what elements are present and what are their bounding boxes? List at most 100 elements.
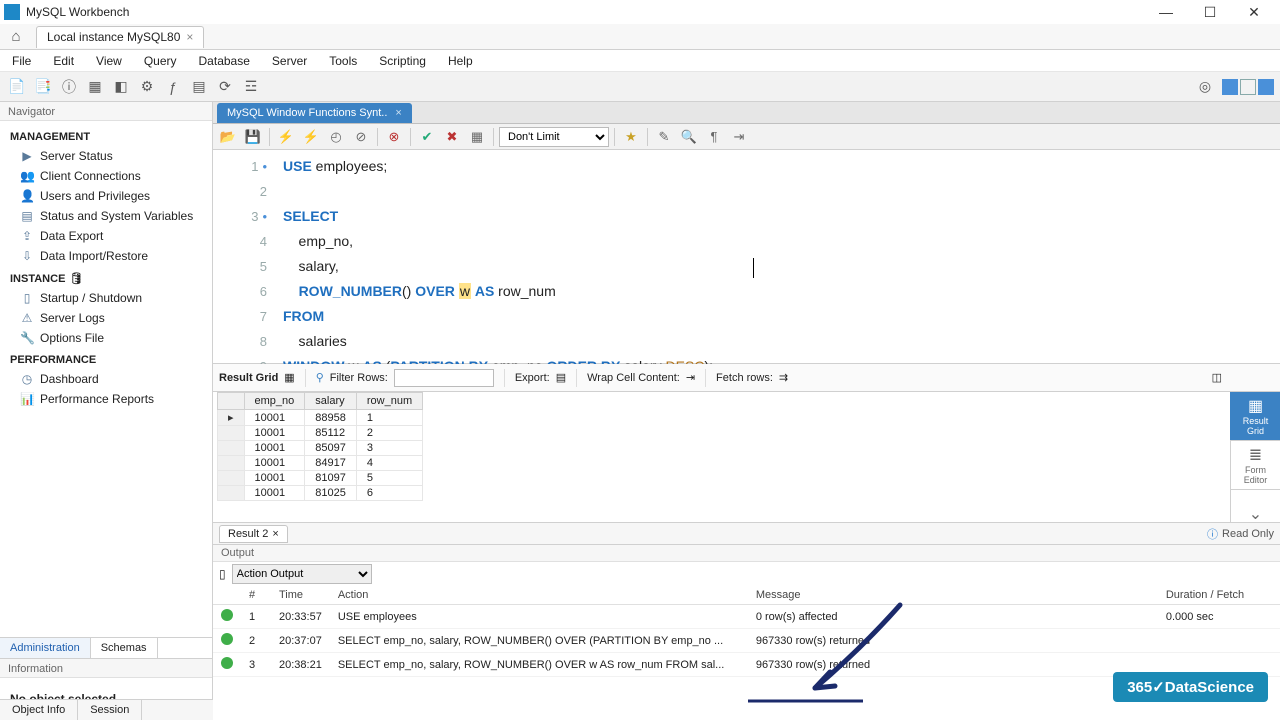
close-icon[interactable]: × <box>186 30 193 44</box>
commit-icon[interactable]: ✔ <box>416 126 438 148</box>
menu-query[interactable]: Query <box>140 52 181 70</box>
minimize-button[interactable]: — <box>1144 0 1188 24</box>
autocommit-icon[interactable]: ▦ <box>466 126 488 148</box>
settings-icon[interactable]: ◎ <box>1194 76 1216 98</box>
export-label: Export: <box>515 372 550 384</box>
col-empno[interactable]: emp_no <box>244 393 305 410</box>
query-tab[interactable]: MySQL Window Functions Synt.. × <box>217 103 412 123</box>
ribbon-form-editor[interactable]: ≣Form Editor <box>1230 440 1280 490</box>
panel-toggles <box>1220 79 1274 95</box>
filter-icon[interactable]: ⚲ <box>316 371 324 384</box>
menu-edit[interactable]: Edit <box>49 52 78 70</box>
view-icon[interactable]: ◧ <box>110 76 132 98</box>
reconnect-icon[interactable]: ⟳ <box>214 76 236 98</box>
gutter: 1•23•456789 <box>213 150 273 363</box>
limit-select[interactable]: Don't Limit <box>499 127 609 147</box>
menu-tools[interactable]: Tools <box>325 52 361 70</box>
chevron-down-icon: ⌄ <box>1249 504 1262 522</box>
output-title: Output <box>213 544 1280 562</box>
stop-icon[interactable]: ⊘ <box>350 126 372 148</box>
watermark: 365✓DataScience <box>1113 672 1268 702</box>
wrap-icon[interactable]: ¶ <box>703 126 725 148</box>
menu-server[interactable]: Server <box>268 52 311 70</box>
inspector-icon[interactable]: ⓘ <box>58 76 80 98</box>
result-grid[interactable]: emp_no salary row_num ▸10001889581 10001… <box>213 392 1280 522</box>
ok-icon <box>221 657 233 669</box>
result-tab[interactable]: Result 2× <box>219 525 288 543</box>
fetch-icon[interactable]: ⇉ <box>779 371 788 384</box>
wrap-icon[interactable]: ⇥ <box>686 371 695 384</box>
nav-server-logs[interactable]: ⚠Server Logs <box>0 308 212 328</box>
tab-session[interactable]: Session <box>78 700 142 720</box>
sql-editor[interactable]: 1•23•456789 USE employees; SELECT emp_no… <box>213 150 1280 364</box>
new-model-icon[interactable]: 📑 <box>32 76 54 98</box>
menu-database[interactable]: Database <box>195 52 254 70</box>
connection-tab[interactable]: Local instance MySQL80 × <box>36 26 204 48</box>
nav-data-export[interactable]: ⇪Data Export <box>0 226 212 246</box>
close-icon[interactable]: × <box>395 107 401 119</box>
menu-file[interactable]: File <box>8 52 35 70</box>
section-instance: INSTANCE 🛢 <box>0 266 212 288</box>
form-icon: ≣ <box>1249 445 1262 465</box>
nav-client-connections[interactable]: 👥Client Connections <box>0 166 212 186</box>
cancel-icon[interactable]: ⊗ <box>383 126 405 148</box>
schema-icon[interactable]: ▤ <box>188 76 210 98</box>
table-icon[interactable]: ▦ <box>84 76 106 98</box>
open-file-icon[interactable]: 📂 <box>217 126 239 148</box>
close-icon[interactable]: × <box>272 528 278 540</box>
read-only-badge: ⓘRead Only <box>1207 526 1274 542</box>
nav-data-import[interactable]: ⇩Data Import/Restore <box>0 246 212 266</box>
output-row[interactable]: 120:33:57USE employees0 row(s) affected0… <box>213 605 1280 629</box>
brush-icon[interactable]: ✎ <box>653 126 675 148</box>
nav-users-privileges[interactable]: 👤Users and Privileges <box>0 186 212 206</box>
maximize-panel-icon[interactable]: ◫ <box>1212 371 1222 384</box>
output-row[interactable]: 220:37:07SELECT emp_no, salary, ROW_NUMB… <box>213 629 1280 653</box>
search-icon[interactable]: 🔍 <box>678 126 700 148</box>
invisible-icon[interactable]: ⇥ <box>728 126 750 148</box>
menu-help[interactable]: Help <box>444 52 477 70</box>
code-area[interactable]: USE employees; SELECT emp_no, salary, RO… <box>273 150 1280 363</box>
filter-input[interactable] <box>394 369 494 387</box>
ribbon-result-grid[interactable]: ▦Result Grid <box>1230 392 1280 441</box>
save-icon[interactable]: 💾 <box>242 126 264 148</box>
dashboard-icon: ◷ <box>20 372 34 386</box>
nav-status-vars[interactable]: ▤Status and System Variables <box>0 206 212 226</box>
server-status-icon: ▶ <box>20 149 34 163</box>
col-salary[interactable]: salary <box>305 393 357 410</box>
function-icon[interactable]: ƒ <box>162 76 184 98</box>
maximize-button[interactable]: ☐ <box>1188 0 1232 24</box>
col-rownum[interactable]: row_num <box>356 393 422 410</box>
menu-view[interactable]: View <box>92 52 126 70</box>
execute-current-icon[interactable]: ⚡ <box>300 126 322 148</box>
toggle-secondary-icon[interactable] <box>1240 79 1256 95</box>
output-mode-icon[interactable]: ▯ <box>219 567 226 581</box>
beautify-icon[interactable]: ★ <box>620 126 642 148</box>
nav-dashboard[interactable]: ◷Dashboard <box>0 369 212 389</box>
menu-scripting[interactable]: Scripting <box>375 52 430 70</box>
tab-schemas[interactable]: Schemas <box>91 638 158 658</box>
tab-administration[interactable]: Administration <box>0 638 91 658</box>
export-icon[interactable]: ▤ <box>556 371 566 384</box>
output-grid: # Time Action Message Duration / Fetch 1… <box>213 586 1280 677</box>
close-button[interactable]: ✕ <box>1232 0 1276 24</box>
procedure-icon[interactable]: ⚙ <box>136 76 158 98</box>
home-icon[interactable]: ⌂ <box>6 27 26 47</box>
grid-view-icon[interactable]: ▦ <box>284 371 294 384</box>
nav-server-status[interactable]: ▶Server Status <box>0 146 212 166</box>
execute-icon[interactable]: ⚡ <box>275 126 297 148</box>
nav-startup[interactable]: ▯Startup / Shutdown <box>0 288 212 308</box>
connection-tab-label: Local instance MySQL80 <box>47 30 180 44</box>
new-sql-icon[interactable]: 📄 <box>6 76 28 98</box>
nav-perf-reports[interactable]: 📊Performance Reports <box>0 389 212 409</box>
toggle-sidebar-icon[interactable] <box>1222 79 1238 95</box>
section-performance: PERFORMANCE <box>0 348 212 369</box>
explain-icon[interactable]: ◴ <box>325 126 347 148</box>
nav-options-file[interactable]: 🔧Options File <box>0 328 212 348</box>
ribbon-more[interactable]: ⌄ <box>1230 489 1280 522</box>
output-mode-select[interactable]: Action Output <box>232 564 372 584</box>
debug-icon[interactable]: ☲ <box>240 76 262 98</box>
rollback-icon[interactable]: ✖ <box>441 126 463 148</box>
info-tabs: Object Info Session <box>0 699 213 720</box>
tab-object-info[interactable]: Object Info <box>0 700 78 720</box>
toggle-output-icon[interactable] <box>1258 79 1274 95</box>
